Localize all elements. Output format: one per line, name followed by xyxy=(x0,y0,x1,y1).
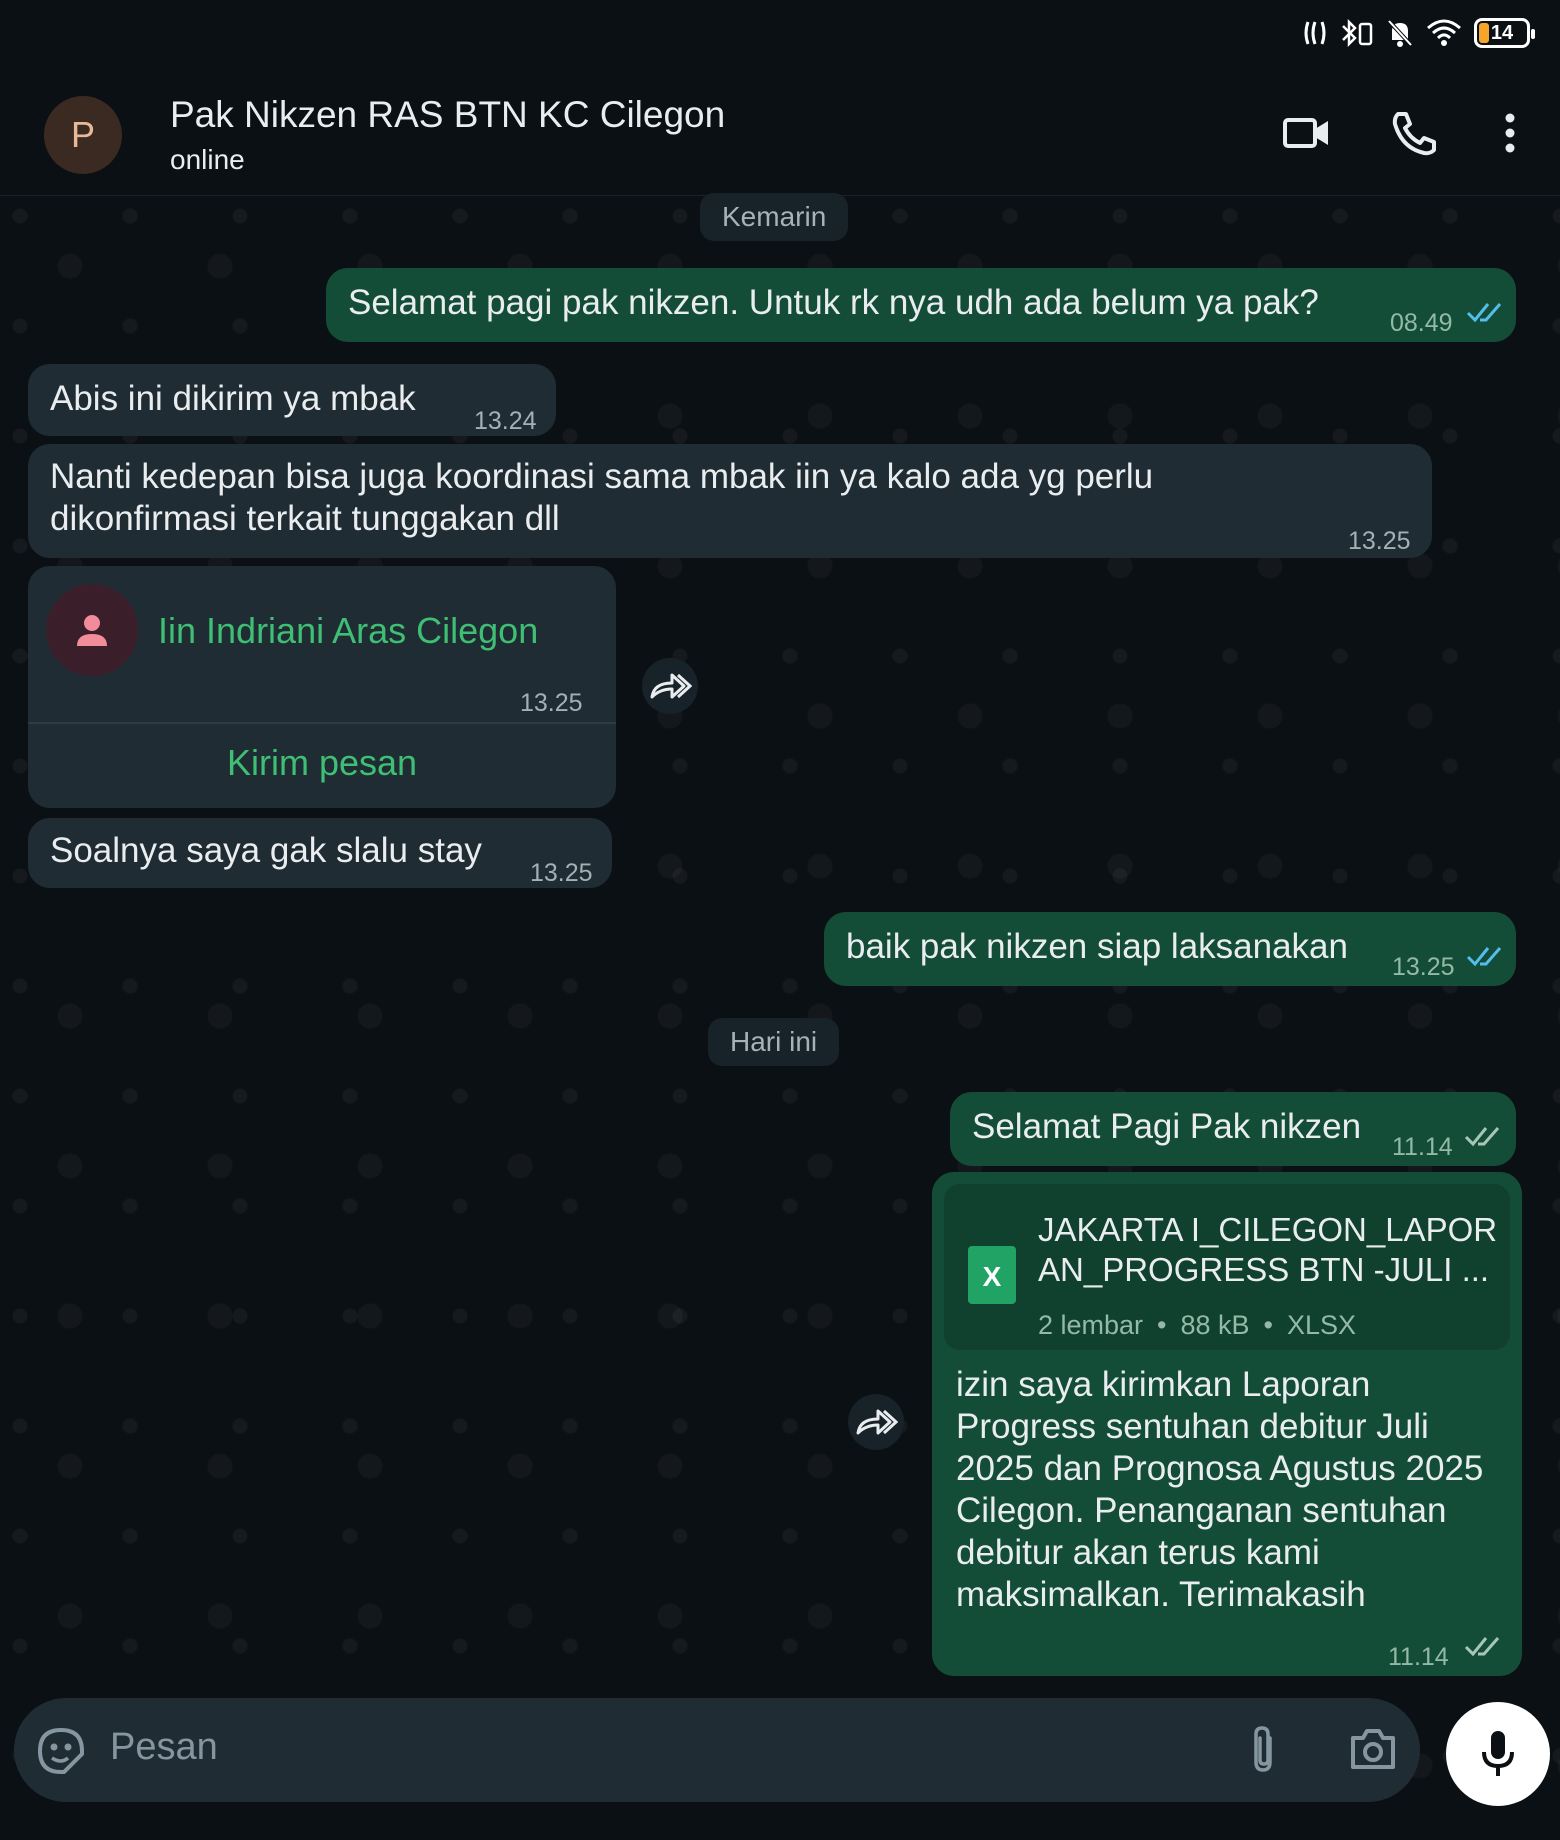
contact-name[interactable]: Pak Nikzen RAS BTN KC Cilegon xyxy=(170,94,725,136)
contact-status: online xyxy=(170,144,245,175)
file-caption: izin saya kirimkan Laporan Progress sent… xyxy=(956,1365,1484,1614)
message-input[interactable]: Pesan xyxy=(110,1726,218,1769)
message-text: Abis ini dikirim ya mbak xyxy=(50,379,416,418)
forward-icon xyxy=(856,1409,898,1435)
file-attachment[interactable]: X JAKARTA I_CILEGON_LAPOR AN_PROGRESS BT… xyxy=(944,1184,1510,1350)
meta-separator: • xyxy=(1263,1310,1273,1340)
message-bubble-incoming[interactable]: Abis ini dikirim ya mbak 13.24 xyxy=(28,364,556,436)
camera-icon[interactable] xyxy=(1348,1726,1398,1772)
microphone-icon xyxy=(1482,1731,1514,1776)
send-message-button[interactable]: Kirim pesan xyxy=(28,742,616,784)
file-size: 88 kB xyxy=(1180,1310,1250,1340)
file-name-line-1: JAKARTA I_CILEGON_LAPOR xyxy=(1038,1211,1498,1248)
more-options-icon[interactable] xyxy=(1495,108,1525,158)
sticker-icon[interactable] xyxy=(36,1726,86,1776)
message-time: 11.14 xyxy=(1388,1643,1449,1671)
phone-call-icon[interactable] xyxy=(1390,108,1440,158)
message-bubble-incoming[interactable]: Soalnya saya gak slalu stay 13.25 xyxy=(28,818,612,888)
message-time: 13.25 xyxy=(530,859,593,887)
forward-icon xyxy=(650,673,692,699)
meta-separator: • xyxy=(1157,1310,1167,1340)
message-time: 08.49 xyxy=(1390,309,1453,337)
read-ticks-icon xyxy=(1466,947,1502,967)
wifi-icon xyxy=(1427,19,1461,46)
chat-header[interactable]: P Pak Nikzen RAS BTN KC Cilegon online xyxy=(0,70,1560,196)
contact-card[interactable]: Iin Indriani Aras Cilegon 13.25 Kirim pe… xyxy=(28,566,616,808)
attach-icon[interactable] xyxy=(1246,1724,1282,1776)
file-pages: 2 lembar xyxy=(1038,1310,1144,1340)
message-time: 13.25 xyxy=(1348,527,1411,555)
message-text: Selamat Pagi Pak nikzen xyxy=(972,1107,1362,1146)
message-time: 11.14 xyxy=(1392,1133,1453,1161)
divider xyxy=(28,722,616,724)
contact-avatar[interactable]: P xyxy=(44,96,122,174)
read-ticks-icon xyxy=(1466,303,1502,323)
file-message-bubble[interactable]: X JAKARTA I_CILEGON_LAPOR AN_PROGRESS BT… xyxy=(932,1172,1522,1676)
message-composer[interactable]: Pesan xyxy=(14,1698,1420,1802)
contact-card-avatar xyxy=(46,584,138,676)
delivered-ticks-icon xyxy=(1464,1637,1500,1657)
message-text: Selamat pagi pak nikzen. Untuk rk nya ud… xyxy=(348,283,1319,322)
battery-indicator: 14 xyxy=(1474,18,1535,48)
message-bubble-incoming[interactable]: Nanti kedepan bisa juga koordinasi sama … xyxy=(28,444,1432,558)
forward-button[interactable] xyxy=(848,1394,904,1450)
bluetooth-vibrate-icon xyxy=(1342,18,1373,48)
message-text: Soalnya saya gak slalu stay xyxy=(50,831,482,870)
file-name-line-2: AN_PROGRESS BTN -JULI ... xyxy=(1038,1251,1490,1288)
person-icon xyxy=(77,615,107,646)
message-bubble-outgoing[interactable]: Selamat pagi pak nikzen. Untuk rk nya ud… xyxy=(326,268,1516,342)
message-time: 13.24 xyxy=(474,407,537,435)
message-time: 13.25 xyxy=(1392,953,1455,981)
message-text: baik pak nikzen siap laksanakan xyxy=(846,927,1348,966)
xlsx-file-icon: X xyxy=(968,1246,1016,1304)
date-chip-yesterday: Kemarin xyxy=(700,193,849,241)
contact-card-name[interactable]: Iin Indriani Aras Cilegon xyxy=(158,610,538,652)
message-bubble-outgoing[interactable]: Selamat Pagi Pak nikzen 11.14 xyxy=(950,1092,1516,1166)
file-meta: 2 lembar • 88 kB • XLSX xyxy=(1038,1304,1356,1346)
date-chip-today: Hari ini xyxy=(708,1018,840,1066)
forward-button[interactable] xyxy=(642,658,698,714)
message-bubble-outgoing[interactable]: baik pak nikzen siap laksanakan 13.25 xyxy=(824,912,1516,986)
message-text: Nanti kedepan bisa juga koordinasi sama … xyxy=(50,457,1154,538)
status-bar: 14 xyxy=(0,0,1560,70)
delivered-ticks-icon xyxy=(1464,1127,1500,1147)
mute-bell-icon xyxy=(1387,19,1413,47)
nfc-icon xyxy=(1304,21,1326,45)
voice-record-button[interactable] xyxy=(1446,1702,1550,1806)
video-call-icon[interactable] xyxy=(1282,108,1332,158)
file-type: XLSX xyxy=(1287,1310,1357,1340)
message-time: 13.25 xyxy=(520,689,583,717)
